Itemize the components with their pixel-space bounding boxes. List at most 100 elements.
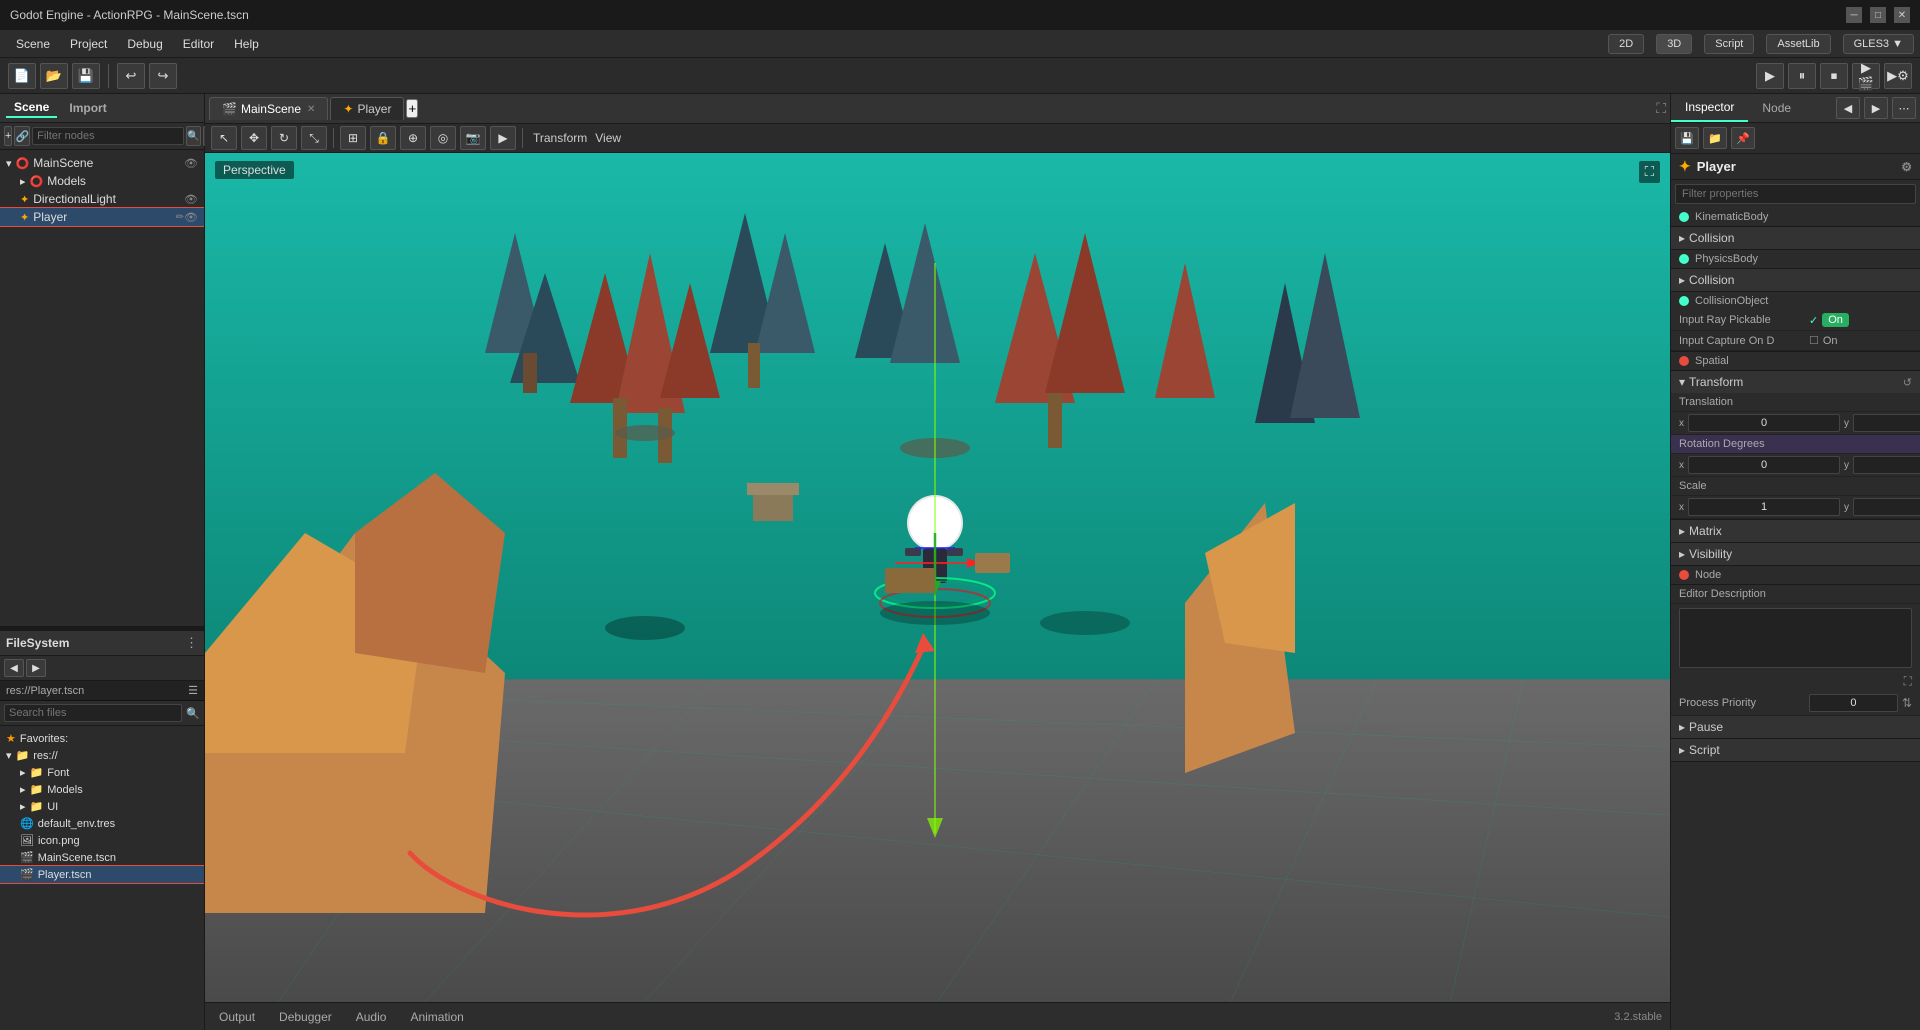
dlight-visibility[interactable]: 👁 (184, 193, 198, 206)
translation-x-input[interactable] (1688, 414, 1840, 432)
inspector-folder-button[interactable]: 📁 (1703, 127, 1727, 149)
link-node-button[interactable]: 🔗 (14, 126, 30, 146)
process-priority-input[interactable] (1809, 694, 1898, 712)
fs-item-ui[interactable]: ▸ 📁 UI (0, 798, 204, 815)
fs-options-button[interactable]: ⋮ (185, 635, 198, 651)
view-label[interactable]: View (595, 131, 621, 145)
inspector-nav-right[interactable]: ▶ (1864, 97, 1888, 119)
redo-button[interactable]: ↪ (149, 63, 177, 89)
move-tool-button[interactable]: ✥ (241, 126, 267, 150)
fs-item-player-tscn[interactable]: 🎬 Player.tscn (0, 866, 204, 883)
inspector-nav-left[interactable]: ◀ (1836, 97, 1860, 119)
add-node-button[interactable]: + (4, 126, 12, 146)
fs-item-icon[interactable]: 🖼 icon.png (0, 832, 204, 849)
camera-button[interactable]: 📷 (460, 126, 486, 150)
assetlib-button[interactable]: AssetLib (1766, 34, 1830, 54)
rotation-x-input[interactable] (1688, 456, 1840, 474)
maximize-button[interactable]: □ (1870, 7, 1886, 23)
transform-header[interactable]: ▾ Transform ↺ (1671, 371, 1920, 393)
inspector-save-button[interactable]: 💾 (1675, 127, 1699, 149)
collision2-header[interactable]: ▸ Collision (1671, 269, 1920, 291)
fullscreen-button[interactable]: ⛶ (1639, 161, 1660, 183)
fs-back-button[interactable]: ◀ (4, 659, 24, 677)
rotate-tool-button[interactable]: ↻ (271, 126, 297, 150)
transform-reset-icon[interactable]: ↺ (1903, 376, 1912, 389)
fs-item-font[interactable]: ▸ 📁 Font (0, 764, 204, 781)
main-scene-tab-close[interactable]: ✕ (307, 104, 315, 115)
fs-forward-button[interactable]: ▶ (26, 659, 46, 677)
save-scene-button[interactable]: 💾 (72, 63, 100, 89)
menu-scene[interactable]: Scene (6, 33, 60, 55)
scale-x-input[interactable] (1688, 498, 1840, 516)
new-scene-button[interactable]: 📄 (8, 63, 36, 89)
audio-tab[interactable]: Audio (350, 1006, 393, 1028)
fs-item-models[interactable]: ▸ 📁 Models (0, 781, 204, 798)
player-edit-icon[interactable]: ✏ (176, 212, 184, 223)
collision1-header[interactable]: ▸ Collision (1671, 227, 1920, 249)
select-tool-button[interactable]: ↖ (211, 126, 237, 150)
menu-help[interactable]: Help (224, 33, 269, 55)
open-scene-button[interactable]: 📂 (40, 63, 68, 89)
main-scene-visibility[interactable]: 👁 (184, 157, 198, 170)
play-scene-button[interactable]: ▶🎬 (1852, 63, 1880, 89)
3d-viewport[interactable]: Perspective ⛶ (205, 153, 1670, 1002)
pause-button[interactable]: ⏸ (1788, 63, 1816, 89)
viewport-maximize-button[interactable]: ⛶ (1656, 100, 1666, 117)
add-tab-button[interactable]: + (406, 99, 418, 118)
minimize-button[interactable]: ─ (1846, 7, 1862, 23)
menu-debug[interactable]: Debug (117, 33, 172, 55)
play-custom-button[interactable]: ▶⚙ (1884, 63, 1912, 89)
tree-item-main-scene[interactable]: ▾ ⭕ MainScene 👁 (0, 154, 204, 172)
inspector-tab[interactable]: Inspector (1671, 94, 1748, 122)
use-local-button[interactable]: ⊕ (400, 126, 426, 150)
visibility-header[interactable]: ▸ Visibility (1671, 543, 1920, 565)
pivot-button[interactable]: ◎ (430, 126, 456, 150)
pause-header[interactable]: ▸ Pause (1671, 716, 1920, 738)
more-button[interactable]: ▶ (490, 126, 516, 150)
close-button[interactable]: ✕ (1894, 7, 1910, 23)
rotation-y-input[interactable] (1853, 456, 1920, 474)
snap-button[interactable]: 🔒 (370, 126, 396, 150)
property-search-input[interactable] (1675, 184, 1916, 204)
perspective-label[interactable]: Perspective (215, 161, 294, 179)
matrix-header[interactable]: ▸ Matrix (1671, 520, 1920, 542)
animation-tab[interactable]: Animation (404, 1006, 469, 1028)
node-options-icon[interactable]: ⚙ (1901, 160, 1912, 174)
node-tab[interactable]: Node (1748, 95, 1805, 121)
translation-y-input[interactable] (1853, 414, 1920, 432)
tree-item-directional-light[interactable]: ✦ DirectionalLight 👁 (0, 190, 204, 208)
mode-3d-button[interactable]: 3D (1656, 34, 1692, 54)
inspector-history[interactable]: ⋯ (1892, 97, 1916, 119)
inspector-pin-button[interactable]: 📌 (1731, 127, 1755, 149)
stop-button[interactable]: ⏹ (1820, 63, 1848, 89)
script-button[interactable]: Script (1704, 34, 1754, 54)
player-visibility[interactable]: 👁 (184, 211, 198, 224)
priority-stepper[interactable]: ⇅ (1902, 696, 1912, 710)
editor-description-textarea[interactable] (1679, 608, 1912, 668)
script-header[interactable]: ▸ Script (1671, 739, 1920, 761)
play-button[interactable]: ▶ (1756, 63, 1784, 89)
tree-item-player[interactable]: ✦ Player ✏ 👁 (0, 208, 204, 226)
output-tab[interactable]: Output (213, 1006, 261, 1028)
debugger-tab[interactable]: Debugger (273, 1006, 338, 1028)
viewport-tab-player[interactable]: ✦ Player (330, 97, 404, 120)
fs-item-main-scene[interactable]: 🎬 MainScene.tscn (0, 849, 204, 866)
scene-search-input[interactable] (32, 127, 184, 145)
transform-label[interactable]: Transform (533, 131, 587, 145)
menu-editor[interactable]: Editor (173, 33, 224, 55)
menu-project[interactable]: Project (60, 33, 117, 55)
tab-scene[interactable]: Scene (6, 98, 57, 118)
fs-list-view-icon[interactable]: ☰ (188, 684, 198, 697)
local-mode-button[interactable]: ⊞ (340, 126, 366, 150)
fs-search-input[interactable] (4, 704, 182, 722)
undo-button[interactable]: ↩ (117, 63, 145, 89)
fs-item-default-env[interactable]: 🌐 default_env.tres (0, 815, 204, 832)
scale-tool-button[interactable]: ⤡ (301, 126, 327, 150)
tab-import[interactable]: Import (61, 99, 114, 117)
mode-2d-button[interactable]: 2D (1608, 34, 1644, 54)
renderer-button[interactable]: GLES3 ▼ (1843, 34, 1914, 54)
viewport-tab-main-scene[interactable]: 🎬 MainScene ✕ (209, 97, 328, 120)
expand-icon[interactable]: ⛶ (1904, 674, 1912, 688)
tree-item-models[interactable]: ▸ ⭕ Models (0, 172, 204, 190)
fs-item-res[interactable]: ▾ 📁 res:// (0, 747, 204, 764)
